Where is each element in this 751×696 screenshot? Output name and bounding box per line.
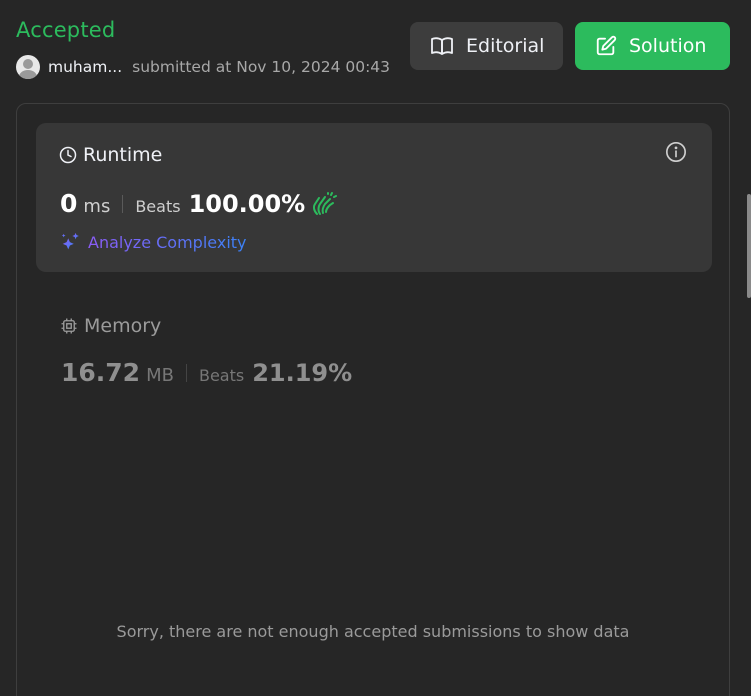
status-accepted: Accepted: [16, 18, 116, 42]
scrollbar[interactable]: [747, 194, 751, 298]
runtime-beats-label: Beats: [135, 197, 181, 216]
runtime-beats-value: 100.00%: [188, 190, 306, 218]
empty-chart-message: Sorry, there are not enough accepted sub…: [116, 622, 630, 641]
editorial-label: Editorial: [466, 35, 545, 57]
editorial-button[interactable]: Editorial: [410, 22, 563, 70]
runtime-card[interactable]: Runtime 0 ms Beats 100.00% Analyze Compl…: [36, 123, 712, 272]
memory-heading[interactable]: Memory: [60, 315, 161, 337]
info-icon[interactable]: [665, 141, 687, 163]
solution-button[interactable]: Solution: [575, 22, 730, 70]
username-link[interactable]: muham...: [48, 58, 122, 76]
runtime-value: 0: [60, 189, 78, 218]
clap-icon: [313, 191, 338, 215]
edit-icon: [596, 35, 617, 56]
runtime-heading: Runtime: [59, 144, 162, 166]
book-icon: [431, 37, 453, 55]
submission-meta: muham... submitted at Nov 10, 2024 00:43: [16, 55, 390, 79]
avatar[interactable]: [16, 55, 40, 79]
submitted-timestamp: submitted at Nov 10, 2024 00:43: [132, 58, 391, 76]
runtime-metric: 0 ms Beats 100.00%: [60, 189, 338, 218]
memory-value: 16.72: [61, 358, 141, 387]
memory-unit: MB: [146, 365, 174, 386]
runtime-unit: ms: [83, 196, 111, 217]
runtime-title: Runtime: [83, 144, 163, 166]
memory-title: Memory: [84, 315, 162, 337]
analyze-complexity-link[interactable]: Analyze Complexity: [60, 231, 247, 253]
sparkle-icon: [61, 232, 79, 250]
divider: [122, 194, 124, 213]
analyze-complexity-label: Analyze Complexity: [88, 232, 247, 252]
solution-label: Solution: [629, 35, 707, 57]
clock-icon: [59, 146, 77, 164]
memory-beats-value: 21.19%: [252, 359, 353, 387]
memory-metric[interactable]: 16.72 MB Beats 21.19%: [61, 358, 352, 387]
submission-page: Accepted muham... submitted at Nov 10, 2…: [0, 0, 751, 696]
divider: [185, 363, 187, 382]
chip-icon: [61, 318, 77, 334]
submission-detail-panel: Runtime 0 ms Beats 100.00% Analyze Compl…: [16, 103, 730, 696]
memory-beats-label: Beats: [198, 366, 245, 385]
